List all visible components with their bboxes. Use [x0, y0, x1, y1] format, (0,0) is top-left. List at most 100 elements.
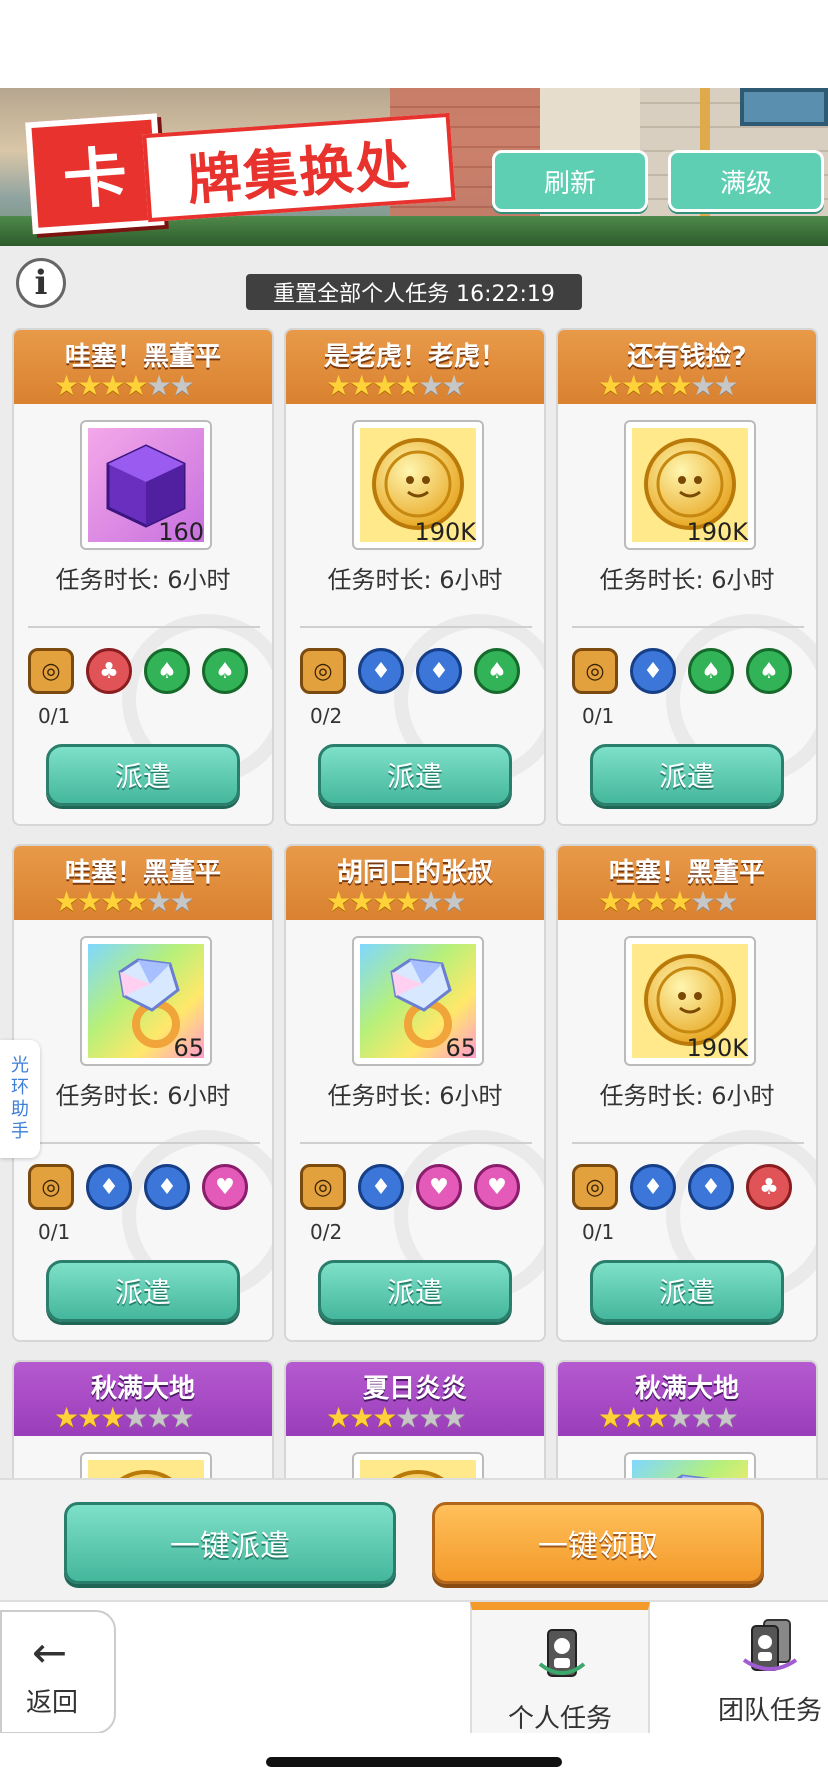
reward-item[interactable]: 65: [352, 936, 484, 1066]
star-filled-icon: ★: [326, 1401, 352, 1434]
star-filled-icon: ★: [100, 369, 126, 402]
star-rating: ★★★★★★: [54, 369, 195, 402]
star-filled-icon: ★: [667, 885, 693, 918]
star-filled-icon: ★: [598, 369, 624, 402]
dispatch-button[interactable]: 派遣: [318, 1260, 512, 1322]
target-badge-icon: ◎: [28, 648, 74, 694]
side-tab-char: 手: [11, 1121, 29, 1142]
diamond-icon: ♦: [416, 648, 462, 694]
star-empty-icon: ★: [441, 369, 467, 402]
back-button[interactable]: ← 返回: [0, 1610, 116, 1733]
star-empty-icon: ★: [123, 1401, 149, 1434]
tab-personal-tasks[interactable]: 个人任务: [470, 1602, 650, 1733]
spade-icon: ♠: [746, 648, 792, 694]
star-empty-icon: ★: [146, 885, 172, 918]
star-filled-icon: ★: [644, 1401, 670, 1434]
reward-quantity: 65: [445, 1034, 476, 1062]
diamond-icon: ♦: [144, 1164, 190, 1210]
star-rating: ★★★★★★: [326, 1401, 467, 1434]
task-card: 哇塞！黑董平 ★★★★★★ 160 任务时长: 6小时 ◎ ♣ ♠ ♠ 0/1 派遣: [12, 328, 274, 826]
reward-item[interactable]: 65: [80, 936, 212, 1066]
club-icon: ♣: [86, 648, 132, 694]
bottom-nav: ← 返回 个人任务 团队任务: [0, 1600, 828, 1733]
info-icon[interactable]: i: [16, 258, 66, 308]
card-title: 哇塞！黑董平: [64, 342, 221, 372]
dispatch-count: 0/2: [310, 704, 343, 728]
tab-team-tasks[interactable]: 团队任务: [680, 1602, 828, 1733]
reward-item[interactable]: 190K: [624, 936, 756, 1066]
dispatch-count: 0/1: [38, 1220, 71, 1244]
task-card: 胡同口的张叔 ★★★★★★ 65 任务时长: 6小时 ◎ ♦ ♥ ♥ 0/2 派遣: [284, 844, 546, 1342]
star-filled-icon: ★: [667, 369, 693, 402]
star-empty-icon: ★: [713, 885, 739, 918]
star-empty-icon: ★: [690, 1401, 716, 1434]
heart-icon: ♥: [416, 1164, 462, 1210]
star-empty-icon: ★: [169, 1401, 195, 1434]
star-filled-icon: ★: [54, 885, 80, 918]
star-filled-icon: ★: [100, 1401, 126, 1434]
task-duration: 任务时长: 6小时: [327, 1082, 503, 1110]
star-empty-icon: ★: [169, 369, 195, 402]
card-header: 是老虎！老虎！ ★★★★★★: [286, 330, 544, 404]
dispatch-all-button[interactable]: 一键派遣: [64, 1502, 396, 1584]
reward-item[interactable]: 160: [80, 420, 212, 550]
card-header: 哇塞！黑董平 ★★★★★★: [14, 846, 272, 920]
star-filled-icon: ★: [598, 885, 624, 918]
card-header: 哇塞！黑董平 ★★★★★★: [14, 330, 272, 404]
dispatch-button[interactable]: 派遣: [318, 744, 512, 806]
star-filled-icon: ★: [349, 369, 375, 402]
back-arrow-icon: ←: [32, 1628, 68, 1677]
star-filled-icon: ★: [395, 369, 421, 402]
game-screen: 卡 牌集换处 刷新 满级 i 重置全部个人任务 16:22:19 哇塞！黑董平 …: [0, 88, 828, 1733]
dispatch-count: 0/2: [310, 1220, 343, 1244]
reward-item[interactable]: 190K: [352, 420, 484, 550]
star-empty-icon: ★: [667, 1401, 693, 1434]
star-filled-icon: ★: [372, 369, 398, 402]
reward-item[interactable]: 190K: [624, 420, 756, 550]
reward-quantity: 190K: [686, 518, 748, 546]
star-filled-icon: ★: [100, 885, 126, 918]
divider: [300, 626, 532, 628]
reward-quantity: 160: [158, 518, 204, 546]
refresh-button[interactable]: 刷新: [492, 150, 648, 212]
star-filled-icon: ★: [123, 885, 149, 918]
star-rating: ★★★★★★: [326, 369, 467, 402]
side-tab-char: 环: [11, 1077, 29, 1098]
star-filled-icon: ★: [349, 1401, 375, 1434]
star-filled-icon: ★: [395, 885, 421, 918]
reward-quantity: 190K: [686, 1034, 748, 1062]
diamond-icon: ♦: [86, 1164, 132, 1210]
card-header: 秋满大地 ★★★★★★: [14, 1362, 272, 1436]
task-duration: 任务时长: 6小时: [599, 566, 775, 594]
reset-timer: 重置全部个人任务 16:22:19: [246, 274, 582, 310]
star-rating: ★★★★★★: [326, 885, 467, 918]
star-empty-icon: ★: [690, 885, 716, 918]
star-filled-icon: ★: [77, 1401, 103, 1434]
star-filled-icon: ★: [621, 885, 647, 918]
max-level-button[interactable]: 满级: [668, 150, 824, 212]
card-title: 秋满大地: [90, 1374, 195, 1404]
heart-icon: ♥: [202, 1164, 248, 1210]
star-rating: ★★★★★★: [54, 885, 195, 918]
divider: [572, 626, 804, 628]
spade-icon: ♠: [474, 648, 520, 694]
diamond-icon: ♦: [630, 648, 676, 694]
star-filled-icon: ★: [621, 369, 647, 402]
divider: [572, 1142, 804, 1144]
star-empty-icon: ★: [441, 1401, 467, 1434]
star-filled-icon: ★: [326, 885, 352, 918]
status-bar: [0, 0, 828, 88]
dispatch-button[interactable]: 派遣: [590, 744, 784, 806]
home-indicator-bar: [0, 1733, 828, 1792]
title-first-char: 卡: [25, 113, 165, 235]
back-label: 返回: [26, 1688, 79, 1718]
dispatch-button[interactable]: 派遣: [46, 744, 240, 806]
dispatch-button[interactable]: 派遣: [46, 1260, 240, 1322]
collect-all-button[interactable]: 一键领取: [432, 1502, 764, 1584]
diamond-icon: ♦: [358, 648, 404, 694]
side-assistant-tab[interactable]: 光环助手: [0, 1040, 40, 1158]
star-filled-icon: ★: [644, 369, 670, 402]
spade-icon: ♠: [688, 648, 734, 694]
home-indicator[interactable]: [266, 1757, 562, 1767]
dispatch-button[interactable]: 派遣: [590, 1260, 784, 1322]
